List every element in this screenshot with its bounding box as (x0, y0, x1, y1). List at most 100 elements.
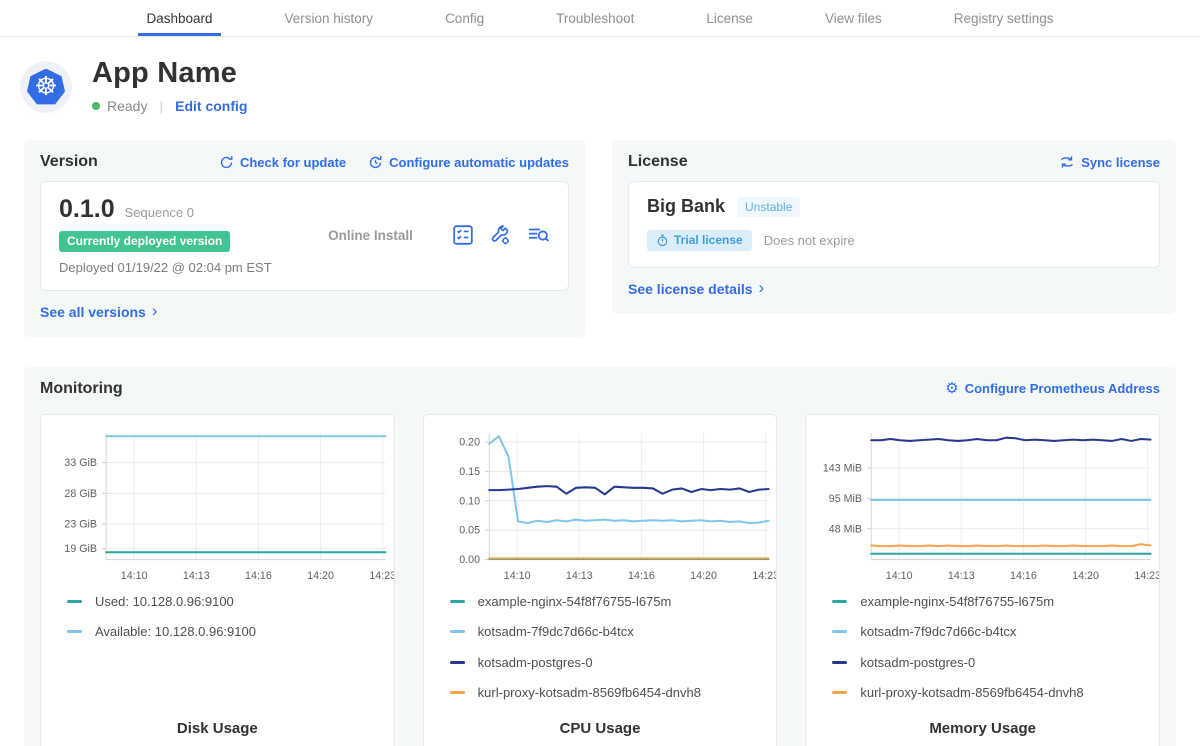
legend-swatch (832, 691, 847, 694)
app-header: ☸ App Name Ready | Edit config (0, 37, 1200, 114)
legend-swatch (450, 600, 465, 603)
chart-title: Disk Usage (41, 720, 394, 746)
svg-text:14:16: 14:16 (628, 569, 655, 581)
svg-text:14:16: 14:16 (1010, 569, 1037, 581)
deploy-logs-icon[interactable] (526, 224, 550, 246)
svg-text:14:10: 14:10 (121, 569, 148, 581)
svg-text:14:10: 14:10 (886, 569, 913, 581)
divider: | (159, 98, 163, 114)
tab-version-history[interactable]: Version history (277, 0, 382, 36)
svg-text:14:13: 14:13 (566, 569, 593, 581)
disk-usage-legend: Used: 10.128.0.96:9100 Available: 10.128.… (67, 594, 394, 655)
memory-usage-chart-card: 48 MiB95 MiB143 MiB14:1014:1314:1614:201… (805, 414, 1160, 746)
license-panel-title: License (628, 153, 688, 171)
tab-config[interactable]: Config (437, 0, 492, 36)
tab-license[interactable]: License (698, 0, 761, 36)
chart-title: Memory Usage (806, 720, 1159, 746)
svg-text:14:16: 14:16 (245, 569, 272, 581)
cpu-usage-legend: example-nginx-54f8f76755-l675m kotsadm-7f… (450, 594, 777, 716)
customer-name: Big Bank (647, 196, 725, 217)
svg-text:23 GiB: 23 GiB (64, 518, 97, 530)
cpu-usage-chart-card: 0.00 0.05 0.10 0.15 0.20 14:10 14:13 14:16 14:20… (423, 414, 778, 746)
deployed-timestamp: Deployed 01/19/22 @ 02:04 pm EST (59, 260, 289, 275)
install-type-label: Online Install (289, 228, 452, 243)
memory-usage-legend: example-nginx-54f8f76755-l675m kotsadm-7f… (832, 594, 1159, 716)
svg-text:14:23: 14:23 (369, 569, 393, 581)
svg-text:143 MiB: 143 MiB (823, 462, 862, 474)
legend-label: kotsadm-7f9dc7d66c-b4tcx (860, 624, 1016, 639)
legend-label: kotsadm-7f9dc7d66c-b4tcx (478, 624, 634, 639)
tab-troubleshoot[interactable]: Troubleshoot (548, 0, 642, 36)
gear-icon: ⚙ (945, 381, 958, 396)
svg-text:0.05: 0.05 (459, 524, 480, 536)
legend-swatch (832, 630, 847, 633)
svg-text:48 MiB: 48 MiB (829, 523, 862, 535)
legend-item: example-nginx-54f8f76755-l675m (832, 594, 1159, 609)
legend-label: Used: 10.128.0.96:9100 (95, 594, 234, 609)
svg-text:0.15: 0.15 (459, 465, 480, 477)
legend-swatch (67, 630, 82, 633)
tab-view-files[interactable]: View files (817, 0, 890, 36)
legend-label: example-nginx-54f8f76755-l675m (478, 594, 672, 609)
svg-text:14:23: 14:23 (1135, 569, 1159, 581)
app-name-title: App Name (92, 57, 247, 90)
svg-text:14:20: 14:20 (690, 569, 717, 581)
kubernetes-wheel-icon: ☸ (27, 69, 65, 106)
current-version-card: 0.1.0 Sequence 0 Currently deployed vers… (40, 181, 569, 291)
svg-text:0.20: 0.20 (459, 436, 480, 448)
memory-usage-chart: 48 MiB95 MiB143 MiB14:1014:1314:1614:201… (806, 423, 1159, 588)
tab-registry-settings[interactable]: Registry settings (946, 0, 1062, 36)
svg-text:28 GiB: 28 GiB (64, 487, 97, 499)
channel-badge: Unstable (737, 197, 800, 217)
configure-prometheus-link[interactable]: ⚙ Configure Prometheus Address (945, 381, 1160, 396)
app-avatar: ☸ (20, 61, 72, 113)
svg-text:33 GiB: 33 GiB (64, 457, 97, 469)
legend-item: kotsadm-7f9dc7d66c-b4tcx (832, 624, 1159, 639)
monitoring-title: Monitoring (40, 380, 123, 398)
version-panel: Version Check for update (24, 140, 585, 337)
chevron-right-icon: › (152, 302, 158, 319)
svg-text:14:10: 14:10 (503, 569, 530, 581)
sync-license-link[interactable]: Sync license (1059, 155, 1160, 170)
trial-license-badge: Trial license (647, 230, 752, 251)
legend-item: kotsadm-postgres-0 (450, 655, 777, 670)
version-panel-title: Version (40, 153, 98, 171)
config-wrench-icon[interactable] (489, 224, 511, 246)
legend-item: example-nginx-54f8f76755-l675m (450, 594, 777, 609)
legend-label: kotsadm-postgres-0 (860, 655, 975, 670)
legend-item: kurl-proxy-kotsadm-8569fb6454-dnvh8 (832, 685, 1159, 700)
svg-text:14:23: 14:23 (752, 569, 776, 581)
edit-config-link[interactable]: Edit config (175, 98, 247, 114)
license-expiry-text: Does not expire (764, 233, 855, 248)
legend-swatch (450, 661, 465, 664)
legend-label: kurl-proxy-kotsadm-8569fb6454-dnvh8 (860, 685, 1083, 700)
legend-item: kotsadm-7f9dc7d66c-b4tcx (450, 624, 777, 639)
legend-item: kurl-proxy-kotsadm-8569fb6454-dnvh8 (450, 685, 777, 700)
refresh-icon (219, 155, 234, 170)
legend-swatch (832, 661, 847, 664)
stopwatch-icon (656, 234, 669, 247)
svg-text:14:13: 14:13 (183, 569, 210, 581)
preflight-checklist-icon[interactable] (452, 224, 474, 246)
configure-automatic-updates-link[interactable]: Configure automatic updates (368, 155, 569, 170)
legend-label: Available: 10.128.0.96:9100 (95, 624, 256, 639)
see-all-versions-link[interactable]: See all versions › (40, 303, 158, 320)
svg-text:0.00: 0.00 (459, 554, 480, 566)
sync-arrows-icon (1059, 155, 1075, 169)
legend-item: kotsadm-postgres-0 (832, 655, 1159, 670)
legend-swatch (450, 691, 465, 694)
tab-dashboard[interactable]: Dashboard (138, 0, 220, 36)
app-status-text: Ready (107, 98, 147, 114)
see-license-details-link[interactable]: See license details › (628, 280, 764, 297)
version-number: 0.1.0 (59, 195, 115, 224)
license-card: Big Bank Unstable Trial license Does not… (628, 181, 1160, 268)
disk-usage-chart-card: 19 GiB23 GiB28 GiB33 GiB14:1014:1314:161… (40, 414, 395, 746)
svg-text:0.10: 0.10 (459, 495, 480, 507)
legend-swatch (450, 630, 465, 633)
legend-label: kotsadm-postgres-0 (478, 655, 593, 670)
ready-status-dot (92, 102, 100, 110)
top-nav: Dashboard Version history Config Trouble… (0, 0, 1200, 37)
license-panel: License Sync license Big Bank Unstable (612, 140, 1176, 314)
legend-item: Used: 10.128.0.96:9100 (67, 594, 394, 609)
check-for-update-link[interactable]: Check for update (219, 155, 346, 170)
